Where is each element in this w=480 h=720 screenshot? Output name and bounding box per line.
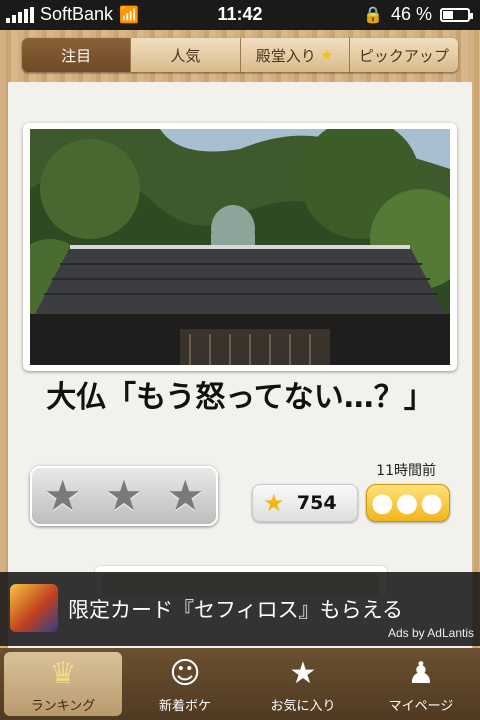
tab-pickup[interactable]: ピックアップ [349, 38, 458, 72]
tab-ninki[interactable]: 人気 [131, 38, 241, 72]
tab-my-page[interactable]: ♟ マイページ [362, 648, 480, 720]
star-icon[interactable]: ★ [44, 475, 82, 517]
bottom-tab-bar: ♛ ランキング ☺ 新着ボケ ★ お気に入り ♟ マイページ [0, 648, 480, 720]
star-icon[interactable]: ★ [166, 475, 204, 517]
buddha-temple-image [30, 129, 450, 365]
star-icon[interactable]: ★ [105, 475, 143, 517]
tab-label: 殿堂入り [255, 46, 316, 65]
rating-stars[interactable]: ★ ★ ★ [30, 466, 218, 526]
star-count-badge: ★ 754 [252, 484, 358, 522]
rotation-lock-icon: 🔒 [363, 6, 383, 24]
tab-label: 注目 [61, 46, 92, 65]
tab-label: ランキング [30, 699, 96, 714]
battery-percent: 46 % [390, 4, 432, 24]
ad-banner[interactable]: 限定カード『セフィロス』もらえる Ads by AdLantis [0, 572, 480, 646]
post-caption: 大仏「もう怒ってない…？」 [46, 380, 434, 415]
post-time-ago: 11時間前 [376, 463, 436, 479]
star-icon: ★ [319, 46, 334, 64]
tab-chuumoku[interactable]: 注目 [22, 38, 132, 72]
ad-text: 限定カード『セフィロス』もらえる [68, 598, 403, 622]
post-photo[interactable] [23, 123, 457, 371]
star-icon: ★ [263, 489, 285, 517]
tab-label: お気に入り [270, 699, 336, 714]
face-icon: ☺ [169, 656, 201, 691]
tab-label: 人気 [170, 46, 201, 65]
battery-icon [440, 7, 473, 22]
tab-label: 新着ボケ [158, 699, 211, 714]
star-count: 754 [296, 492, 337, 514]
more-options-button[interactable]: ●●● [366, 484, 450, 522]
person-icon: ♟ [407, 656, 435, 691]
ad-thumbnail-icon [10, 584, 58, 632]
tab-label: ピックアップ [358, 46, 449, 65]
ranking-segment-control: 注目 人気 殿堂入り ★ ピックアップ [22, 38, 458, 72]
tab-hall-of-fame[interactable]: 殿堂入り ★ [240, 38, 350, 72]
status-bar: SoftBank 📶 11:42 🔒 46 % [0, 0, 480, 30]
star-icon: ★ [289, 656, 317, 691]
ad-attribution: Ads by AdLantis [387, 626, 474, 640]
tab-new-boke[interactable]: ☺ 新着ボケ [126, 648, 244, 720]
tab-favorites[interactable]: ★ お気に入り [244, 648, 362, 720]
crown-icon: ♛ [49, 656, 77, 691]
tab-ranking[interactable]: ♛ ランキング [4, 652, 122, 716]
tab-label: マイページ [388, 699, 454, 714]
